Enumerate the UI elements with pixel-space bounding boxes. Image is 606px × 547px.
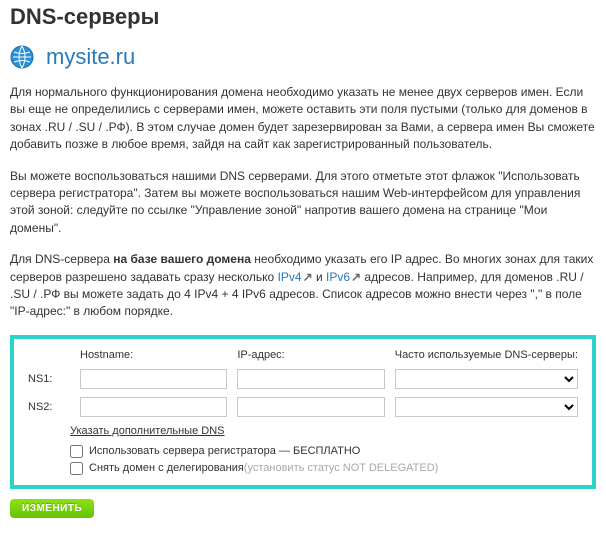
globe-icon xyxy=(10,45,34,69)
col-header-hostname: Hostname: xyxy=(80,349,227,361)
p3-pre: Для DNS-сервера xyxy=(10,252,113,266)
ns2-hostname-input[interactable] xyxy=(80,397,227,417)
intro-paragraph-1: Для нормального функционирования домена … xyxy=(10,84,596,154)
ns1-preset-select[interactable] xyxy=(395,369,578,389)
ns1-ip-input[interactable] xyxy=(237,369,384,389)
submit-button[interactable]: ИЗМЕНИТЬ xyxy=(10,499,94,518)
add-more-dns-link[interactable]: Указать дополнительные DNS xyxy=(70,425,225,437)
ipv4-ext-icon: ↗ xyxy=(303,270,313,284)
undelegate-checkbox[interactable] xyxy=(70,462,83,475)
ns1-label: NS1: xyxy=(28,373,70,385)
use-registrar-label: Использовать сервера регистратора — БЕСП… xyxy=(89,445,360,457)
ipv6-link[interactable]: IPv6 xyxy=(326,270,350,284)
page-title: DNS-серверы xyxy=(10,4,596,30)
ns1-hostname-input[interactable] xyxy=(80,369,227,389)
p3-bold: на базе вашего домена xyxy=(113,252,251,266)
undelegate-label: Снять домен с делегирования xyxy=(89,462,244,474)
intro-paragraph-3: Для DNS-сервера на базе вашего домена не… xyxy=(10,251,596,321)
domain-name: mysite.ru xyxy=(46,44,135,70)
ns2-preset-select[interactable] xyxy=(395,397,578,417)
col-header-ip: IP-адрес: xyxy=(237,349,384,361)
col-header-preset: Часто используемые DNS-серверы: xyxy=(395,349,578,361)
ns2-label: NS2: xyxy=(28,401,70,413)
undelegate-hint: (установить статус NOT DELEGATED) xyxy=(244,462,439,474)
domain-row: mysite.ru xyxy=(10,44,596,70)
ipv6-ext-icon: ↗ xyxy=(351,270,361,284)
intro-paragraph-2: Вы можете воспользоваться нашими DNS сер… xyxy=(10,168,596,238)
ns2-ip-input[interactable] xyxy=(237,397,384,417)
dns-panel: Hostname: IP-адрес: Часто используемые D… xyxy=(10,335,596,489)
ipv4-link[interactable]: IPv4 xyxy=(278,270,302,284)
p3-mid2: и xyxy=(313,270,326,284)
use-registrar-checkbox[interactable] xyxy=(70,445,83,458)
